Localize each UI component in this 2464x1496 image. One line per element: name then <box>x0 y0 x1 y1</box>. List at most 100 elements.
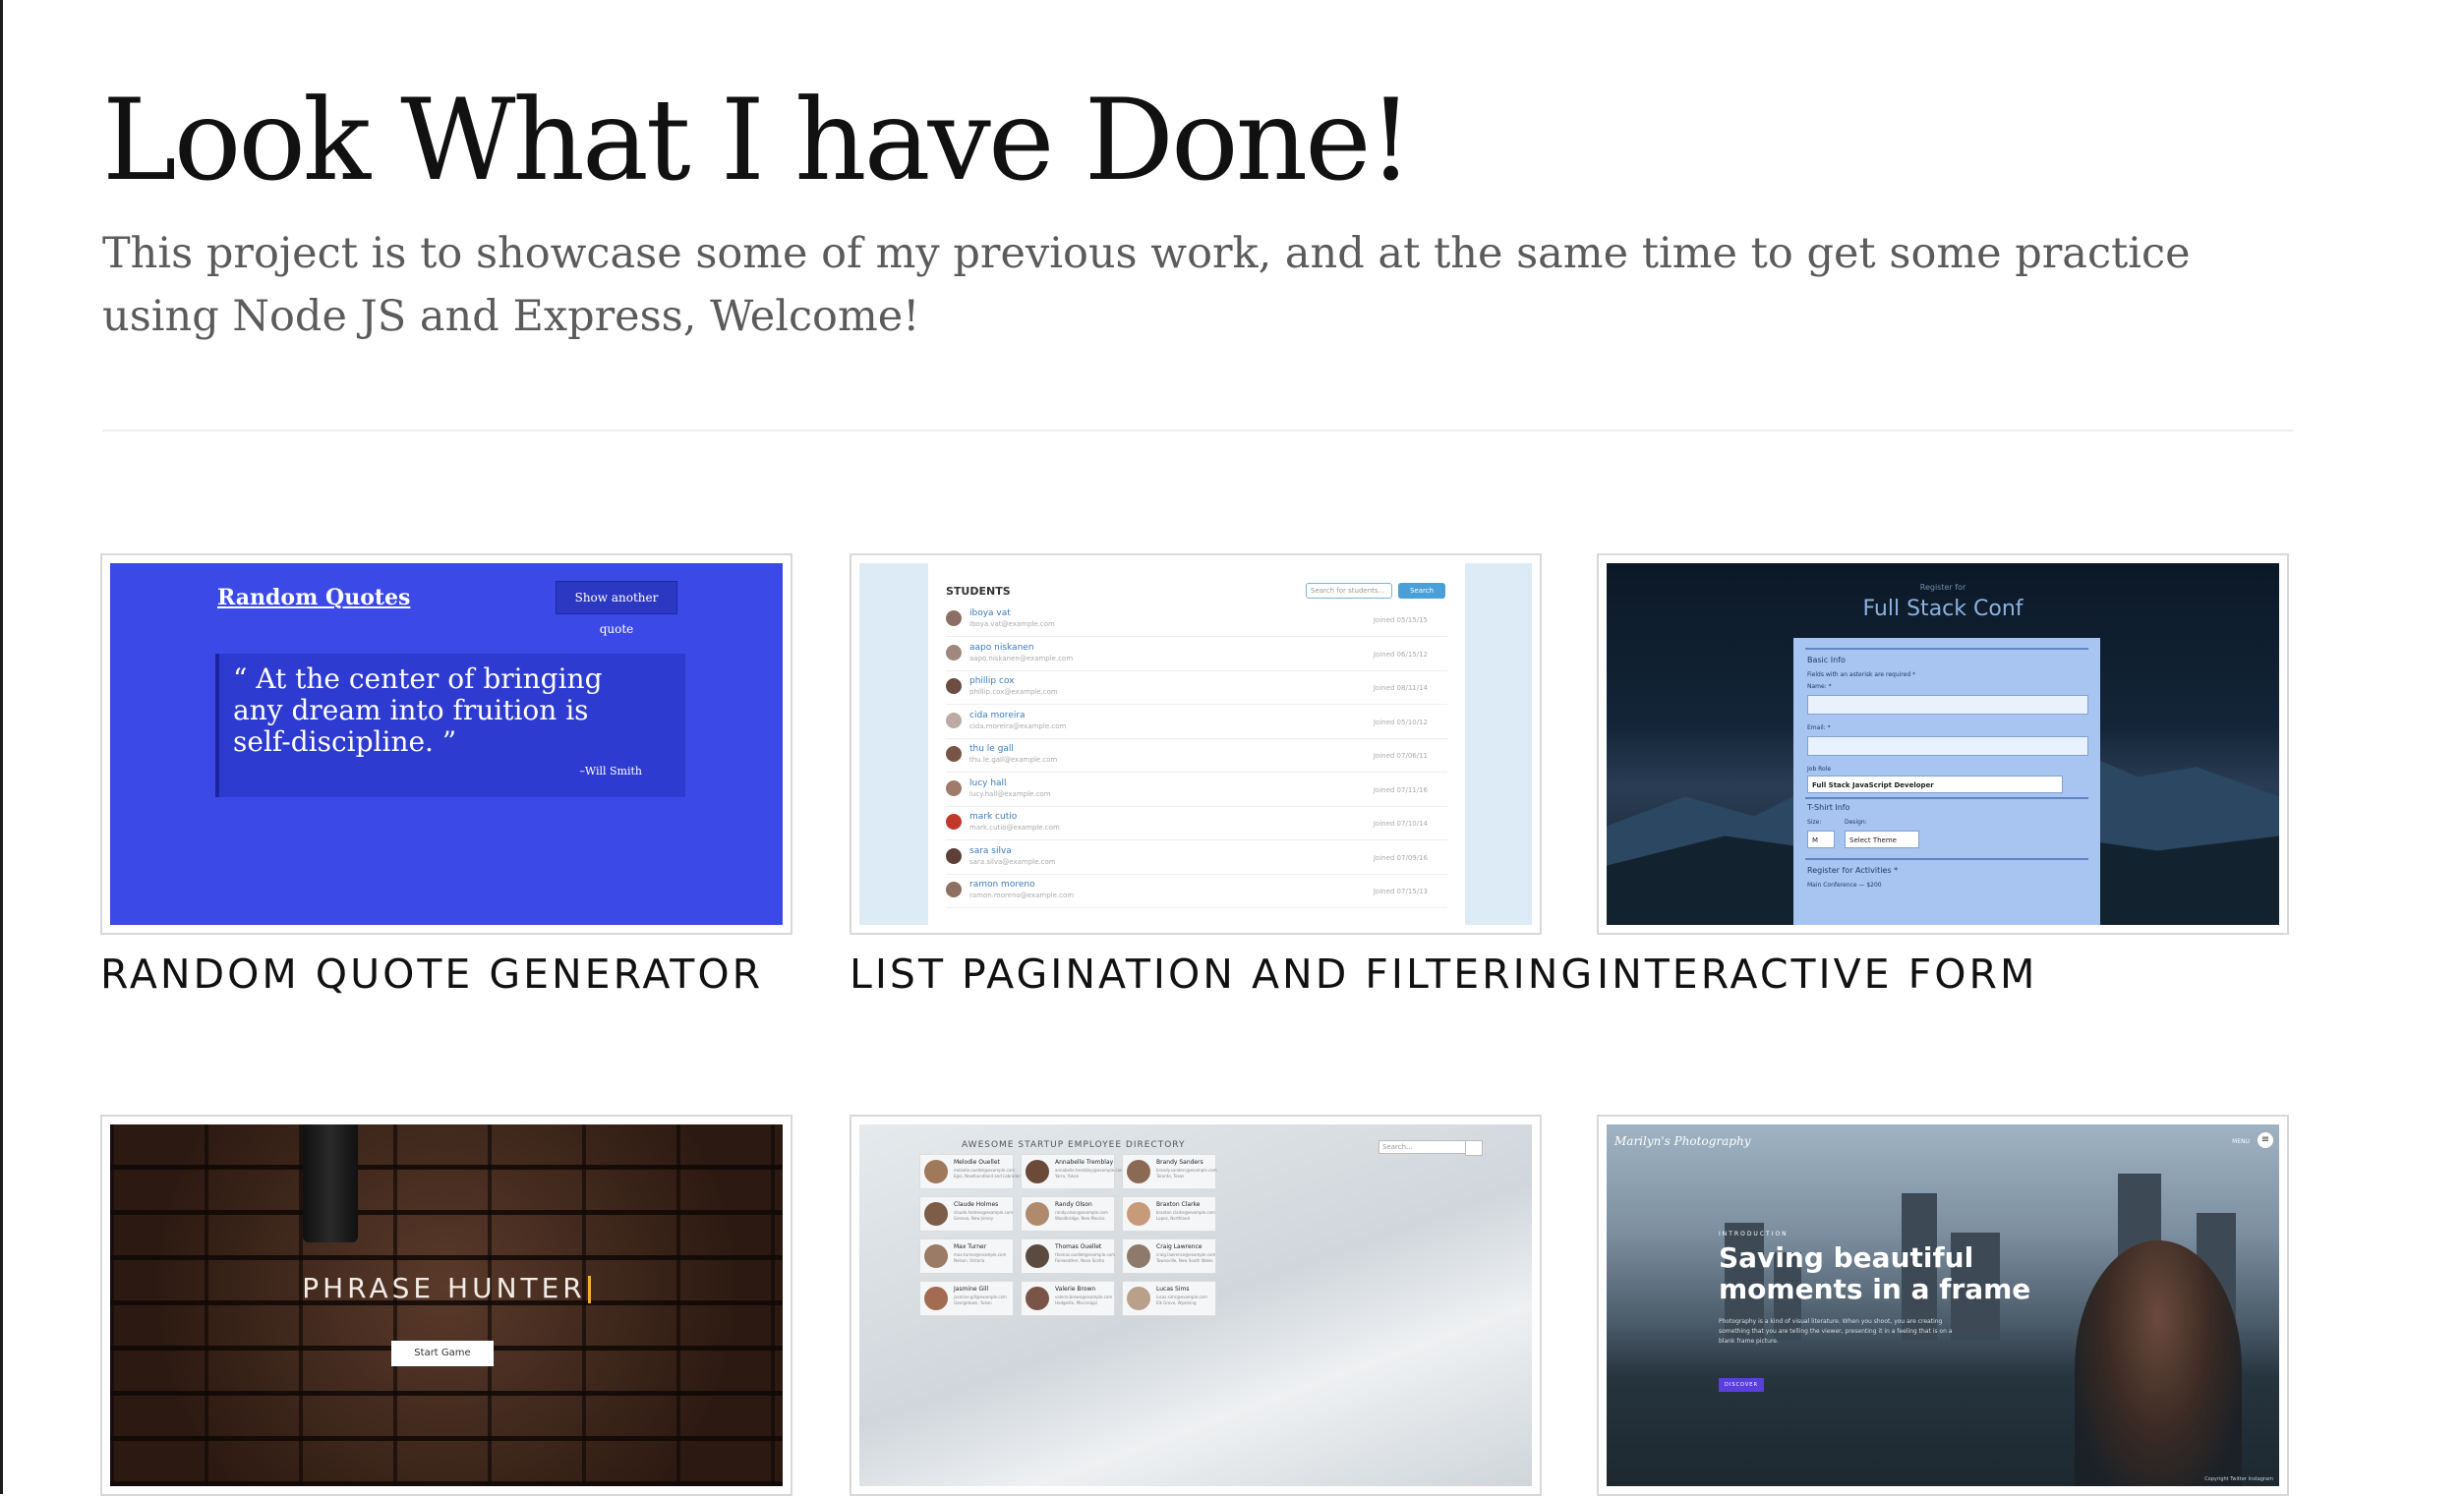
employee-location: Georgetown, Yukon <box>954 1300 992 1305</box>
student-row: iboya vat iboya.vat@example.com Joined 05/… <box>946 603 1447 637</box>
student-avatar <box>946 847 962 864</box>
random-quotes-thumbnail[interactable]: Random Quotes Show another quote “ At th… <box>110 563 783 925</box>
job-role-label: Job Role <box>1807 766 1832 773</box>
project-card-list-pagination[interactable]: STUDENTS Search for students... Search i… <box>850 553 1592 998</box>
project-title[interactable]: RANDOM QUOTE GENERATOR <box>100 950 763 998</box>
employee-email: melodie.ouellet@example.com <box>954 1168 1016 1173</box>
project-thumbnail-frame[interactable]: PHRASE HUNTER Start Game <box>100 1115 792 1496</box>
student-row: mark cutio mark.cutio@example.com Joined 0… <box>946 806 1447 840</box>
student-joined: Joined 06/15/12 <box>1373 650 1428 659</box>
employee-location: Townsville, New South Wales <box>1156 1258 1213 1263</box>
employee-name: Lucas Sims <box>1156 1286 1190 1293</box>
project-card-employee-directory[interactable]: AWESOME STARTUP EMPLOYEE DIRECTORY Searc… <box>850 1115 1542 1496</box>
employee-location: Yarra, Yukon <box>1055 1174 1080 1179</box>
employee-avatar <box>1026 1202 1049 1226</box>
employee-card: Annabelle Tremblay annabelle.tremblay@exa… <box>1021 1154 1124 1189</box>
name-field <box>1807 695 2088 715</box>
student-avatar <box>946 814 962 830</box>
employee-card: Lucas Sims lucas.sims@example.com Elk Grov… <box>1122 1281 1216 1316</box>
quotes-logo: Random Quotes <box>217 585 411 610</box>
employee-location: Toronto, Texas <box>1156 1174 1185 1179</box>
employee-card: Max Turner max.turner@example.com Nelson, … <box>919 1238 1014 1274</box>
student-list-thumbnail[interactable]: STUDENTS Search for students... Search i… <box>859 563 1532 925</box>
form-register-label: Register for <box>1919 583 1966 592</box>
student-email: sara.silva@example.com <box>969 857 1056 866</box>
employee-avatar <box>1127 1160 1150 1183</box>
photography-thumbnail[interactable]: Marilyn's Photography MENU ≡ INTRODUCTIO… <box>1607 1124 2279 1486</box>
employee-card: Braxton Clarke braxton.clarke@example.com… <box>1122 1196 1216 1232</box>
student-row: lucy hall lucy.hall@example.com Joined 07/… <box>946 773 1447 807</box>
project-card-random-quote[interactable]: Random Quotes Show another quote “ At th… <box>100 553 792 998</box>
form-rule <box>1805 648 2088 650</box>
employee-name: Claude Holmes <box>954 1201 999 1208</box>
photo-footer: Copyright Twitter Instagram <box>2204 1476 2273 1482</box>
employee-avatar <box>924 1287 948 1310</box>
size-select: M <box>1807 831 1835 848</box>
student-avatar <box>946 712 962 728</box>
employee-avatar <box>1127 1287 1150 1310</box>
student-name: sara silva <box>969 845 1012 856</box>
employee-location: Nelson, Victoria <box>954 1258 985 1263</box>
project-thumbnail-frame[interactable]: AWESOME STARTUP EMPLOYEE DIRECTORY Searc… <box>850 1115 1542 1496</box>
student-joined: Joined 07/09/16 <box>1373 853 1428 862</box>
window-left-edge <box>0 0 3 1494</box>
student-joined: Joined 07/06/11 <box>1373 752 1428 760</box>
project-card-photography[interactable]: Marilyn's Photography MENU ≡ INTRODUCTIO… <box>1597 1115 2289 1496</box>
employee-location: Egio, Newfoundland and Labrador <box>954 1174 1022 1179</box>
student-email: phillip.cox@example.com <box>969 688 1058 696</box>
employee-avatar <box>1026 1244 1049 1268</box>
student-email: thu.le.gall@example.com <box>969 756 1058 764</box>
interactive-form-thumbnail[interactable]: Register for Full Stack Conf Basic Info … <box>1607 563 2279 925</box>
employee-name: Thomas Ouellet <box>1055 1243 1102 1250</box>
employee-email: jasmine.gill@example.com <box>954 1295 1007 1299</box>
directory-title: AWESOME STARTUP EMPLOYEE DIRECTORY <box>962 1140 1186 1150</box>
student-avatar <box>946 678 962 694</box>
project-title[interactable]: INTERACTIVE FORM <box>1597 950 2037 998</box>
employee-card: Thomas Ouellet thomas.ouellet@example.com… <box>1021 1238 1115 1274</box>
menu-icon: ≡ <box>2258 1132 2273 1148</box>
project-card-interactive-form[interactable]: Register for Full Stack Conf Basic Info … <box>1597 553 2289 998</box>
employee-card: Randy Olson randy.olson@example.com Woodbr… <box>1021 1196 1115 1232</box>
activity-main-conference: Main Conference — $200 <box>1807 882 1882 889</box>
project-thumbnail-frame[interactable]: Random Quotes Show another quote “ At th… <box>100 553 792 935</box>
student-name: phillip cox <box>969 676 1015 686</box>
employee-directory-thumbnail[interactable]: AWESOME STARTUP EMPLOYEE DIRECTORY Searc… <box>859 1124 1532 1486</box>
employee-email: annabelle.tremblay@example.com <box>1055 1168 1124 1173</box>
student-name: cida moreira <box>969 710 1026 720</box>
photo-paragraph: Photography is a kind of visual literatu… <box>1719 1318 1953 1345</box>
project-card-phrase-hunter[interactable]: PHRASE HUNTER Start Game <box>100 1115 792 1496</box>
quote-box: “ At the center of bringing any dream in… <box>215 654 685 797</box>
photography-logo: Marilyn's Photography <box>1614 1134 1751 1148</box>
employee-email: lucas.sims@example.com <box>1156 1295 1207 1299</box>
photo-headline: Saving beautiful moments in a frame <box>1719 1241 2031 1305</box>
employee-name: Jasmine Gill <box>954 1286 989 1293</box>
student-name: lucy hall <box>969 777 1007 788</box>
quote-text: “ At the center of bringing any dream in… <box>233 662 603 758</box>
student-avatar <box>946 644 962 661</box>
student-joined: Joined 07/15/13 <box>1373 888 1428 895</box>
email-label: Email: * <box>1807 724 1831 731</box>
project-thumbnail-frame[interactable]: Marilyn's Photography MENU ≡ INTRODUCTIO… <box>1597 1115 2289 1496</box>
student-name: iboya vat <box>969 608 1011 618</box>
project-title[interactable]: LIST PAGINATION AND FILTERING <box>850 950 1595 998</box>
intro-text: This project is to showcase some of my p… <box>102 229 2191 341</box>
tshirt-label: T-Shirt Info <box>1807 803 1850 812</box>
student-row: phillip cox phillip.cox@example.com Joined… <box>946 670 1447 705</box>
employee-location: Geneva, New Jersey <box>954 1216 994 1221</box>
employee-avatar <box>924 1160 948 1183</box>
employee-email: thomas.ouellet@example.com <box>1055 1252 1115 1257</box>
quote-author: –Will Smith <box>579 765 642 777</box>
page-title: Look What I have Done! <box>102 75 1413 205</box>
employee-email: braxton.clarke@example.com <box>1156 1210 1215 1215</box>
design-select: Select Theme <box>1845 831 1919 848</box>
student-row: sara silva sara.silva@example.com Joined 0… <box>946 840 1447 875</box>
student-search-button: Search <box>1398 583 1445 599</box>
project-thumbnail-frame[interactable]: Register for Full Stack Conf Basic Info … <box>1597 553 2289 935</box>
project-thumbnail-frame[interactable]: STUDENTS Search for students... Search i… <box>850 553 1542 935</box>
employee-card: Jasmine Gill jasmine.gill@example.com Geor… <box>919 1281 1014 1316</box>
employee-location: Lopez, Northland <box>1156 1216 1191 1221</box>
student-joined: Joined 05/15/15 <box>1373 616 1428 624</box>
student-email: aapo.niskanen@example.com <box>969 654 1074 662</box>
start-game-button: Start Game <box>391 1341 494 1366</box>
phrase-hunter-thumbnail[interactable]: PHRASE HUNTER Start Game <box>110 1124 783 1486</box>
